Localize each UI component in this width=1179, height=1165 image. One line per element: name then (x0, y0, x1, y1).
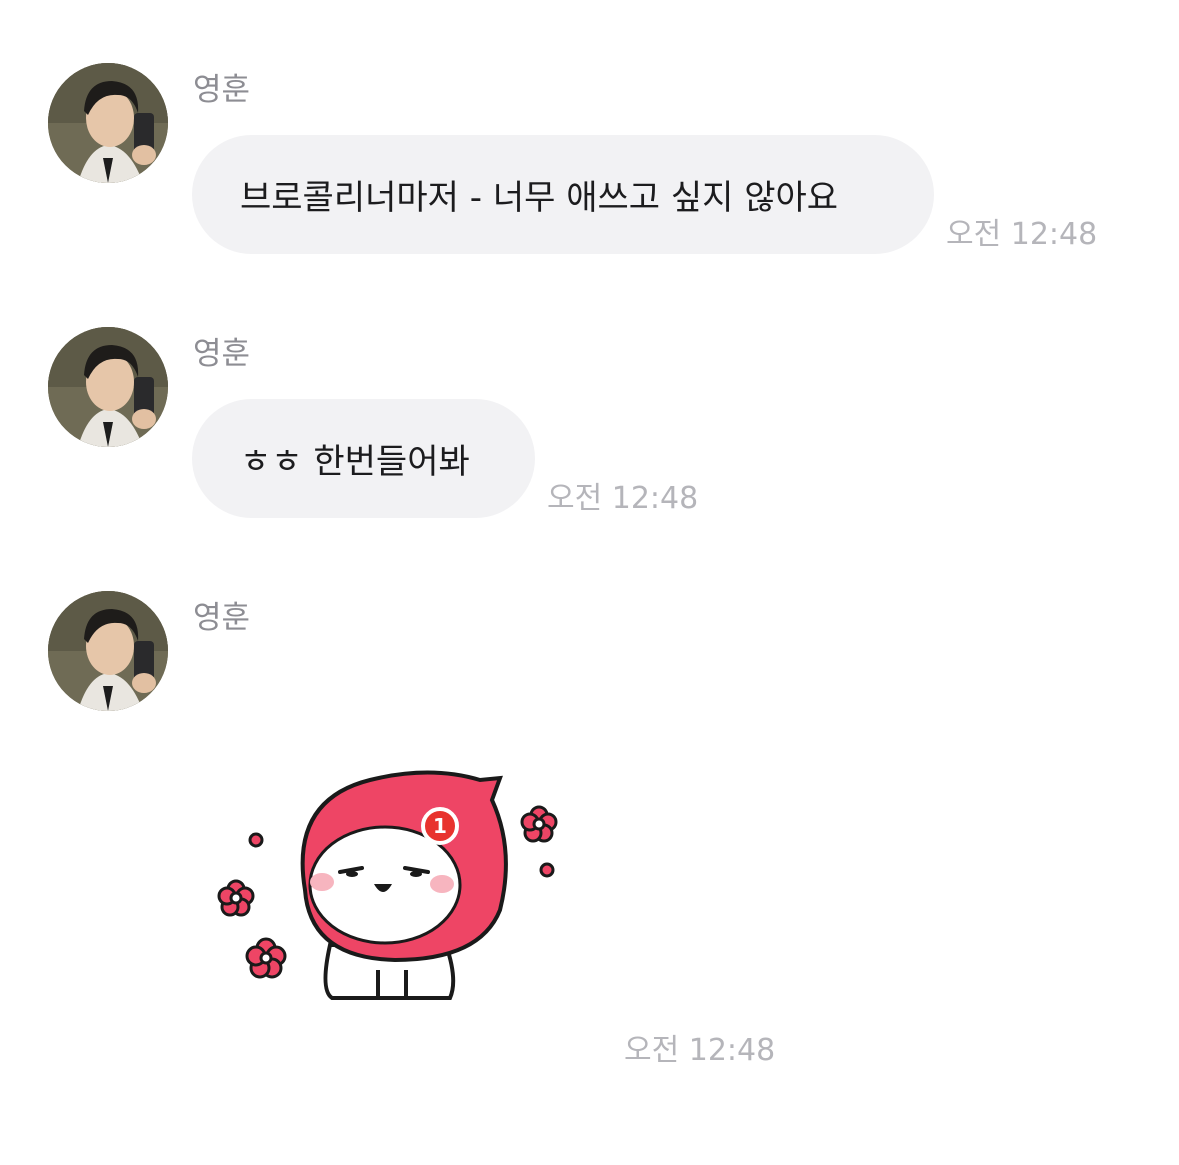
sender-name: 영훈 (193, 72, 251, 108)
message-text: 브로콜리너마저 - 너무 애쓰고 싶지 않아요 (240, 178, 839, 218)
message-bubble[interactable]: ㅎㅎ 한번들어봐 (192, 399, 535, 518)
avatar-photo-icon (48, 63, 168, 183)
sender-avatar[interactable] (48, 327, 168, 447)
notification-badge: 1 (433, 814, 447, 838)
message-timestamp: 오전 12:48 (624, 1033, 776, 1068)
sender-avatar[interactable] (48, 63, 168, 183)
message-timestamp: 오전 12:48 (946, 217, 1098, 252)
sender-avatar[interactable] (48, 591, 168, 711)
sender-name: 영훈 (193, 336, 251, 372)
sender-name: 영훈 (193, 600, 251, 636)
avatar-photo-icon (48, 327, 168, 447)
message-text: ㅎㅎ 한번들어봐 (240, 442, 470, 482)
sticker-image[interactable]: 1 (210, 760, 580, 1020)
message-timestamp: 오전 12:48 (547, 481, 699, 516)
pink-hooded-character-sticker-icon (217, 770, 558, 1000)
message-bubble[interactable]: 브로콜리너마저 - 너무 애쓰고 싶지 않아요 (192, 135, 934, 254)
avatar-photo-icon (48, 591, 168, 711)
